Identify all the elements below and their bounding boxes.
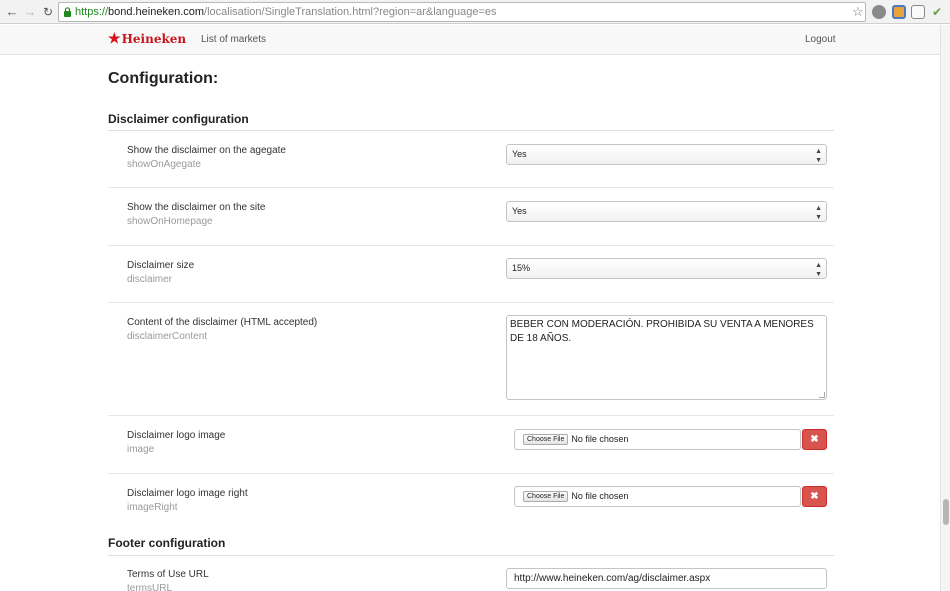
heineken-logo[interactable]: ★Heineken — [108, 31, 186, 47]
row-label-disclaimer-content: Content of the disclaimer (HTML accepted… — [127, 317, 318, 328]
disclaimer-content-textarea[interactable]: BEBER CON MODERACIÓN. PROHIBIDA SU VENTA… — [506, 315, 827, 400]
remove-logo-image-button[interactable]: ✖ — [802, 429, 827, 450]
red-star-icon: ★ — [108, 31, 121, 47]
reload-icon[interactable]: ↻ — [40, 4, 56, 20]
site-navbar: ★Heineken List of markets Logout — [0, 25, 940, 55]
row-key-show-on-agegate: showOnAgegate — [127, 159, 201, 170]
bookmark-star-icon[interactable]: ☆ — [852, 4, 864, 20]
choose-file-button[interactable]: Choose File — [523, 491, 569, 503]
select-value: 15% — [512, 263, 531, 273]
row-divider — [108, 245, 834, 246]
row-label-disclaimer-size: Disclaimer size — [127, 260, 195, 271]
list-of-markets-link[interactable]: List of markets — [201, 33, 266, 47]
page-title: Configuration: — [108, 70, 219, 87]
extension-screenshot-icon[interactable] — [892, 5, 906, 19]
row-key-logo-image: image — [127, 444, 155, 455]
close-icon: ✖ — [810, 491, 819, 502]
row-divider — [108, 302, 834, 303]
row-label-show-on-homepage: Show the disclaimer on the site — [127, 202, 266, 213]
select-value: Yes — [512, 149, 527, 159]
logo-image-file-input[interactable]: Choose File No file chosen — [514, 429, 801, 450]
logo-image-right-file-input[interactable]: Choose File No file chosen — [514, 486, 801, 507]
section-title-footer: Footer configuration — [108, 536, 226, 550]
row-key-logo-image-right: imageRight — [127, 502, 178, 513]
url-host: bond.heineken.com — [108, 6, 205, 18]
row-label-show-on-agegate: Show the disclaimer on the agegate — [127, 145, 286, 156]
terms-url-input[interactable]: http://www.heineken.com/ag/disclaimer.as… — [506, 568, 827, 589]
choose-file-button[interactable]: Choose File — [523, 434, 569, 446]
address-bar[interactable]: https://bond.heineken.com/localisation/S… — [58, 2, 866, 22]
vertical-scrollbar[interactable] — [940, 25, 950, 591]
row-label-logo-image-right: Disclaimer logo image right — [127, 488, 248, 499]
logout-link[interactable]: Logout — [805, 33, 836, 47]
row-key-disclaimer-content: disclaimerContent — [127, 331, 208, 342]
remove-logo-image-right-button[interactable]: ✖ — [802, 486, 827, 507]
file-status: No file chosen — [571, 434, 629, 444]
extension-check-icon[interactable]: ✔ — [930, 5, 944, 19]
url-scheme: https:// — [75, 6, 109, 18]
select-arrows-icon: ▲ ▼ — [815, 262, 822, 278]
show-on-homepage-select[interactable]: Yes ▲ ▼ — [506, 201, 827, 222]
section-divider — [108, 555, 834, 556]
section-divider — [108, 130, 834, 131]
logo-text: Heineken — [121, 32, 187, 46]
close-icon: ✖ — [810, 434, 819, 445]
row-key-show-on-homepage: showOnHomepage — [127, 216, 213, 227]
disclaimer-size-select[interactable]: 15% ▲ ▼ — [506, 258, 827, 279]
show-on-agegate-select[interactable]: Yes ▲ ▼ — [506, 144, 827, 165]
select-arrows-icon: ▲ ▼ — [815, 148, 822, 164]
forward-arrow-icon[interactable]: → — [22, 4, 38, 20]
resize-grip-icon[interactable] — [819, 392, 825, 398]
row-key-disclaimer-size: disclaimer — [127, 274, 173, 285]
select-arrows-icon: ▲ ▼ — [815, 205, 822, 221]
row-label-logo-image: Disclaimer logo image — [127, 430, 226, 441]
file-status: No file chosen — [571, 491, 629, 501]
select-value: Yes — [512, 206, 527, 216]
row-key-terms-url: termsURL — [127, 583, 173, 591]
scrollbar-thumb[interactable] — [943, 499, 949, 525]
row-label-terms-url: Terms of Use URL — [127, 569, 209, 580]
row-divider — [108, 415, 834, 416]
input-value: http://www.heineken.com/ag/disclaimer.as… — [514, 573, 711, 584]
row-divider — [108, 187, 834, 188]
row-divider — [108, 473, 834, 474]
browser-toolbar: ← → ↻ https://bond.heineken.com/localisa… — [0, 0, 950, 24]
url-path: /localisation/SingleTranslation.html?reg… — [204, 6, 497, 18]
section-title-disclaimer: Disclaimer configuration — [108, 112, 249, 126]
back-arrow-icon[interactable]: ← — [4, 4, 20, 20]
extension-page-icon[interactable] — [911, 5, 925, 19]
lock-icon — [64, 7, 71, 17]
textarea-value: BEBER CON MODERACIÓN. PROHIBIDA SU VENTA… — [510, 319, 814, 344]
extension-recycle-icon[interactable] — [872, 5, 886, 19]
